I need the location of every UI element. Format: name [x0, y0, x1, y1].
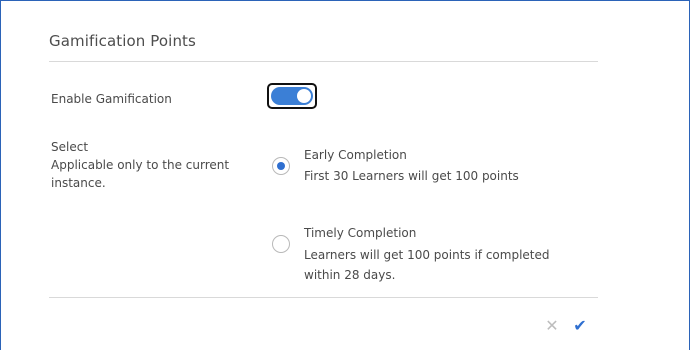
- close-icon[interactable]: ✕: [543, 317, 561, 335]
- divider-top: [49, 61, 598, 62]
- timely-completion-description: Learners will get 100 points if complete…: [304, 248, 550, 282]
- timely-completion-title: Timely Completion: [304, 226, 417, 240]
- toggle-knob: [297, 89, 311, 103]
- dialog-title: Gamification Points: [49, 32, 196, 50]
- early-completion-radio[interactable]: [272, 157, 290, 175]
- check-icon[interactable]: ✔: [571, 317, 589, 335]
- early-completion-title: Early Completion: [304, 148, 407, 162]
- select-label: Select Applicable only to the current in…: [51, 140, 230, 190]
- enable-gamification-label: Enable Gamification: [51, 92, 172, 106]
- divider-bottom: [49, 297, 598, 298]
- enable-gamification-toggle[interactable]: [267, 83, 317, 109]
- timely-completion-radio[interactable]: [272, 235, 290, 253]
- toggle-track: [271, 87, 313, 105]
- gamification-dialog: Gamification Points Enable Gamification …: [0, 0, 690, 350]
- early-completion-description: First 30 Learners will get 100 points: [304, 169, 519, 183]
